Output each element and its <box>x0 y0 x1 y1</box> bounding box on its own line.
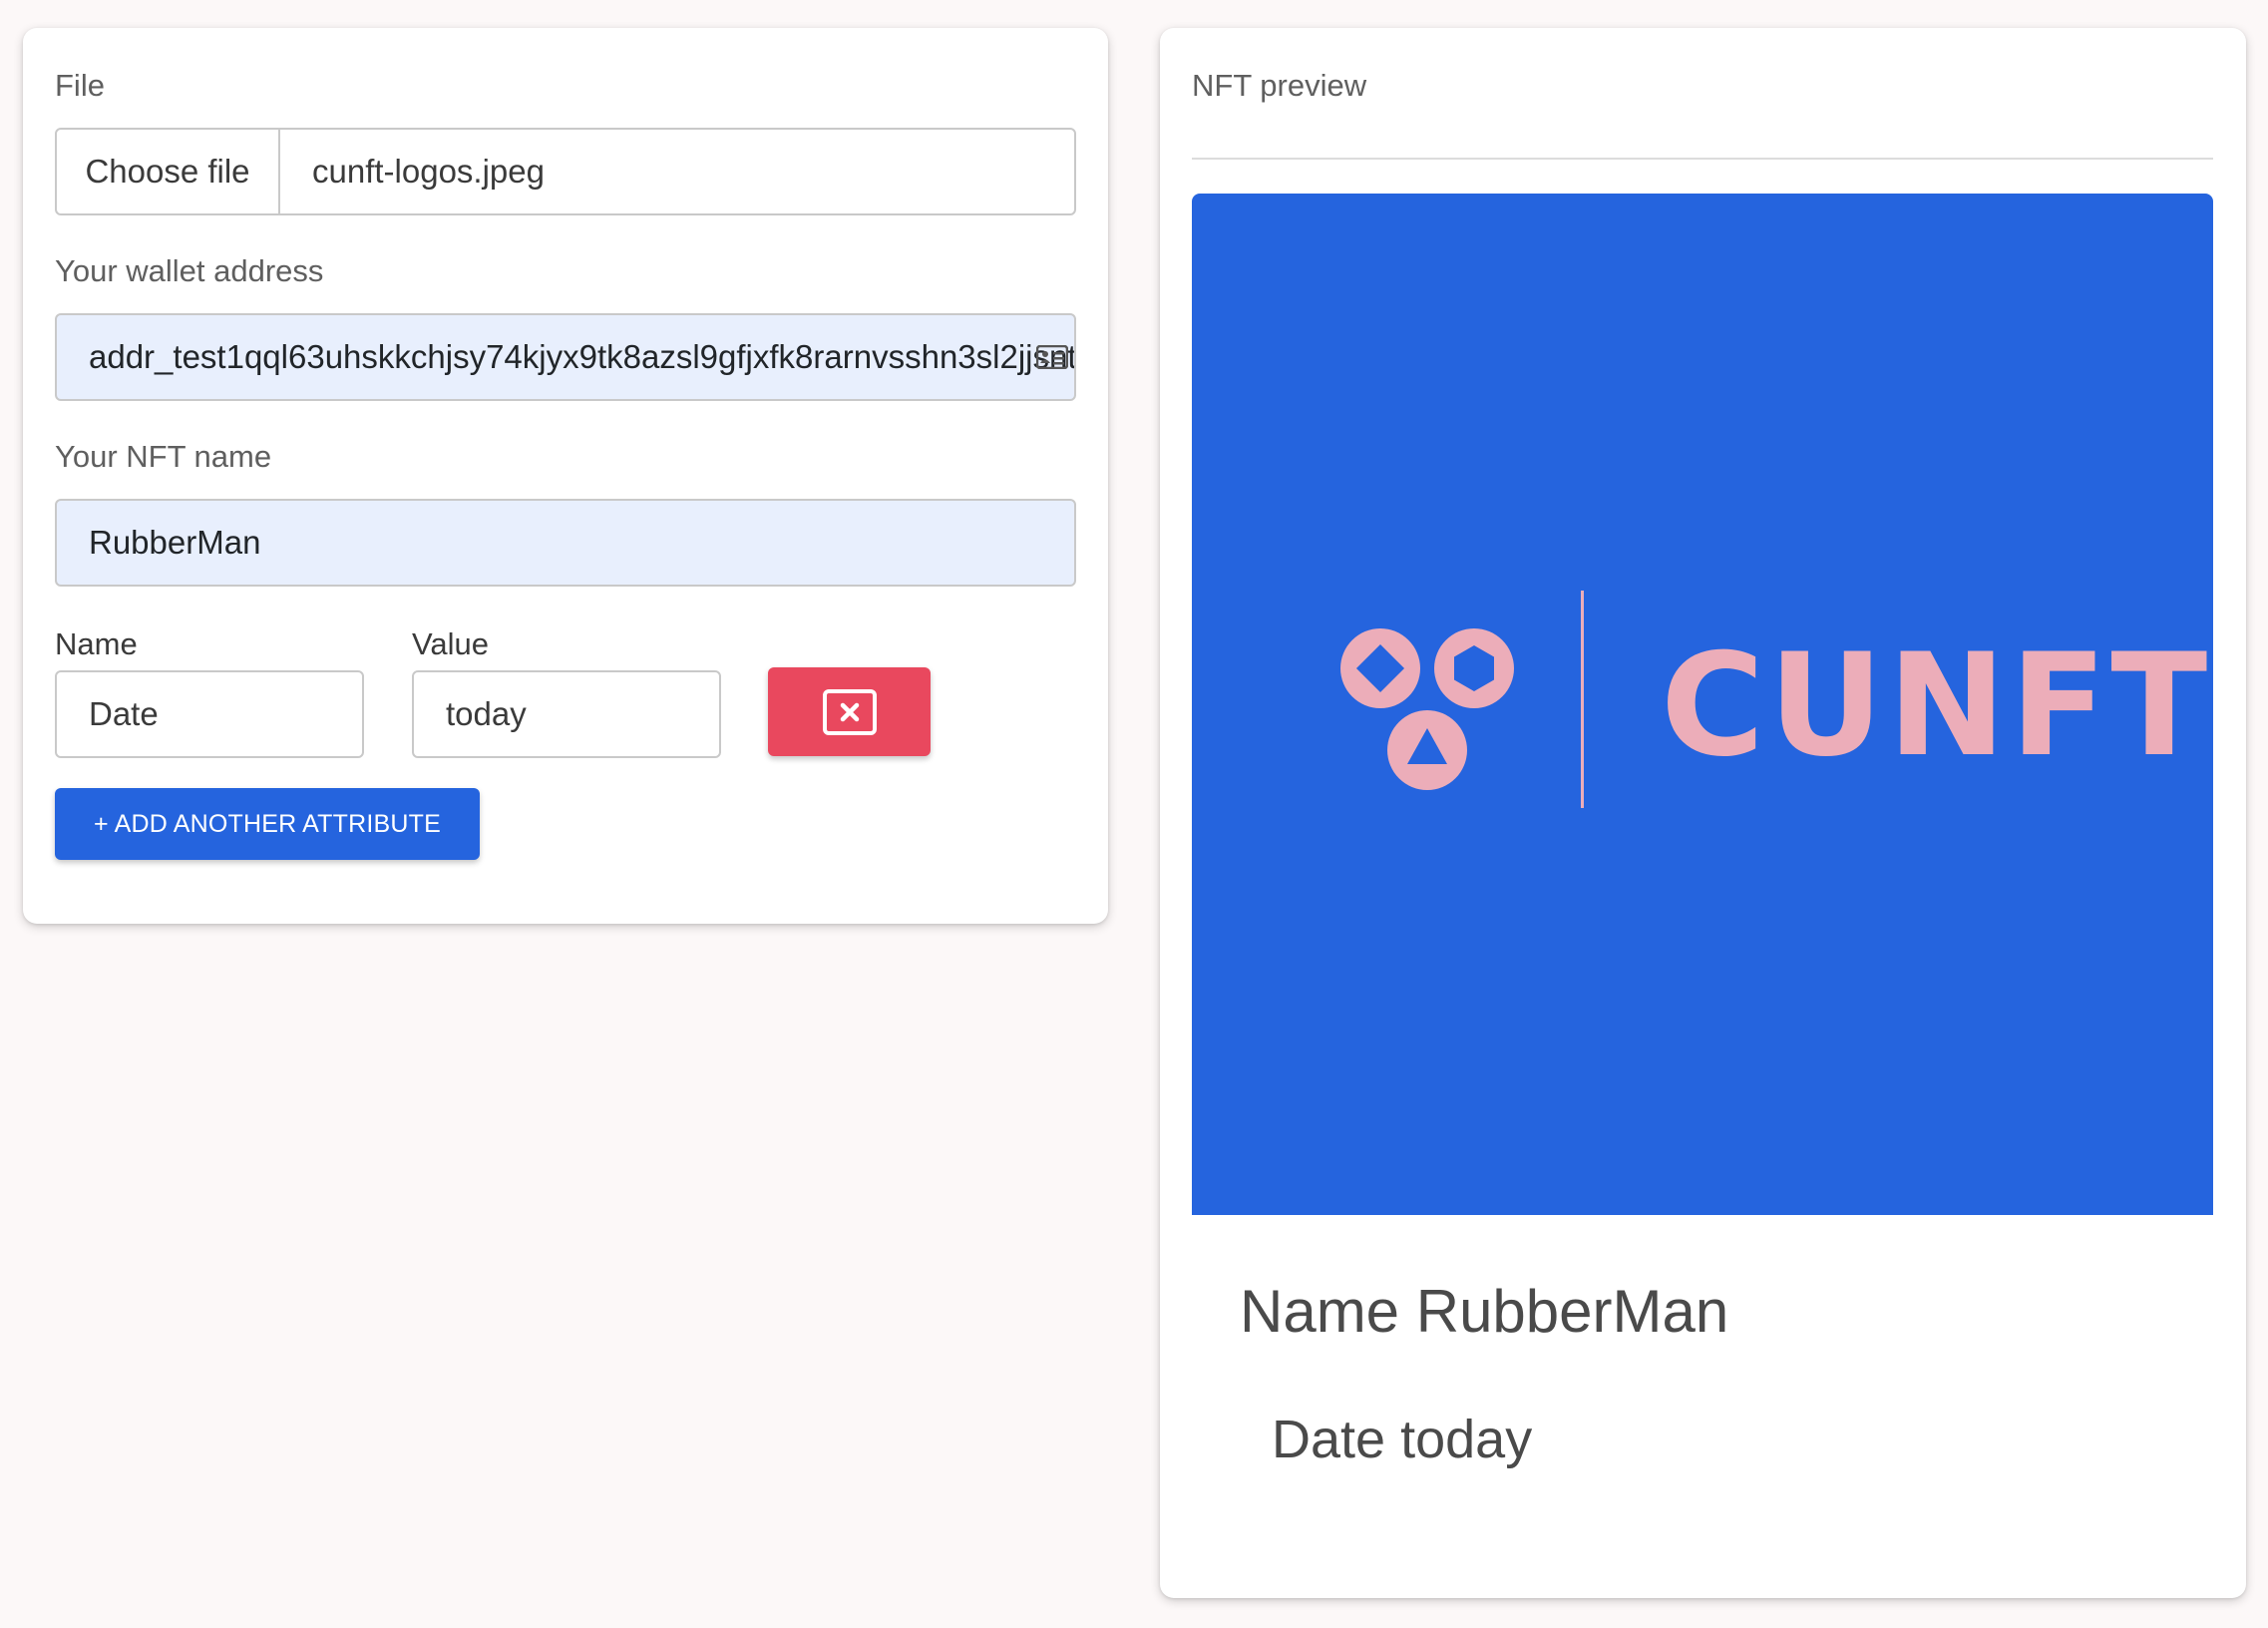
wallet-address-input[interactable]: addr_test1qql63uhskkchjsy74kjyx9tk8azsl9… <box>55 313 1076 401</box>
nft-preview-card: NFT preview CUNFT Name RubberMan Date to… <box>1160 28 2246 1598</box>
logo-wordmark: CUNFT <box>1661 623 2211 788</box>
nft-name-input[interactable]: RubberMan <box>55 499 1076 587</box>
preview-attribute-name: Date <box>1272 1410 1386 1469</box>
preview-name-prefix: Name <box>1240 1278 1400 1345</box>
contact-card-icon[interactable] <box>1036 345 1068 369</box>
preview-nft-name: Name RubberMan <box>1240 1277 1728 1346</box>
nft-preview-image: CUNFT <box>1192 194 2213 1215</box>
attribute-name-input[interactable]: Date <box>55 670 364 758</box>
wallet-address-value: addr_test1qql63uhskkchjsy74kjyx9tk8azsl9… <box>89 338 1076 375</box>
attribute-value-input[interactable]: today <box>412 670 721 758</box>
file-label: File <box>55 68 105 103</box>
nft-form-card: File Choose file cunft-logos.jpeg Your w… <box>23 28 1108 924</box>
choose-file-button[interactable]: Choose file <box>57 130 280 213</box>
nft-name-label: Your NFT name <box>55 439 272 474</box>
file-name-text: cunft-logos.jpeg <box>312 153 545 190</box>
preview-name-value: RubberMan <box>1415 1278 1729 1345</box>
preview-title: NFT preview <box>1192 68 1367 103</box>
remove-attribute-button[interactable] <box>768 667 931 756</box>
file-input[interactable]: Choose file cunft-logos.jpeg <box>55 128 1076 215</box>
preview-attribute-value: today <box>1400 1410 1533 1469</box>
preview-attribute-line: Date today <box>1272 1409 1532 1470</box>
attribute-name-header: Name <box>55 626 138 661</box>
attribute-value-header: Value <box>412 626 489 661</box>
wallet-address-label: Your wallet address <box>55 253 324 288</box>
close-box-icon <box>822 688 877 735</box>
cunft-logo: CUNFT <box>1340 591 2211 808</box>
add-attribute-button[interactable]: + ADD ANOTHER ATTRIBUTE <box>55 788 480 860</box>
preview-divider <box>1192 158 2213 160</box>
